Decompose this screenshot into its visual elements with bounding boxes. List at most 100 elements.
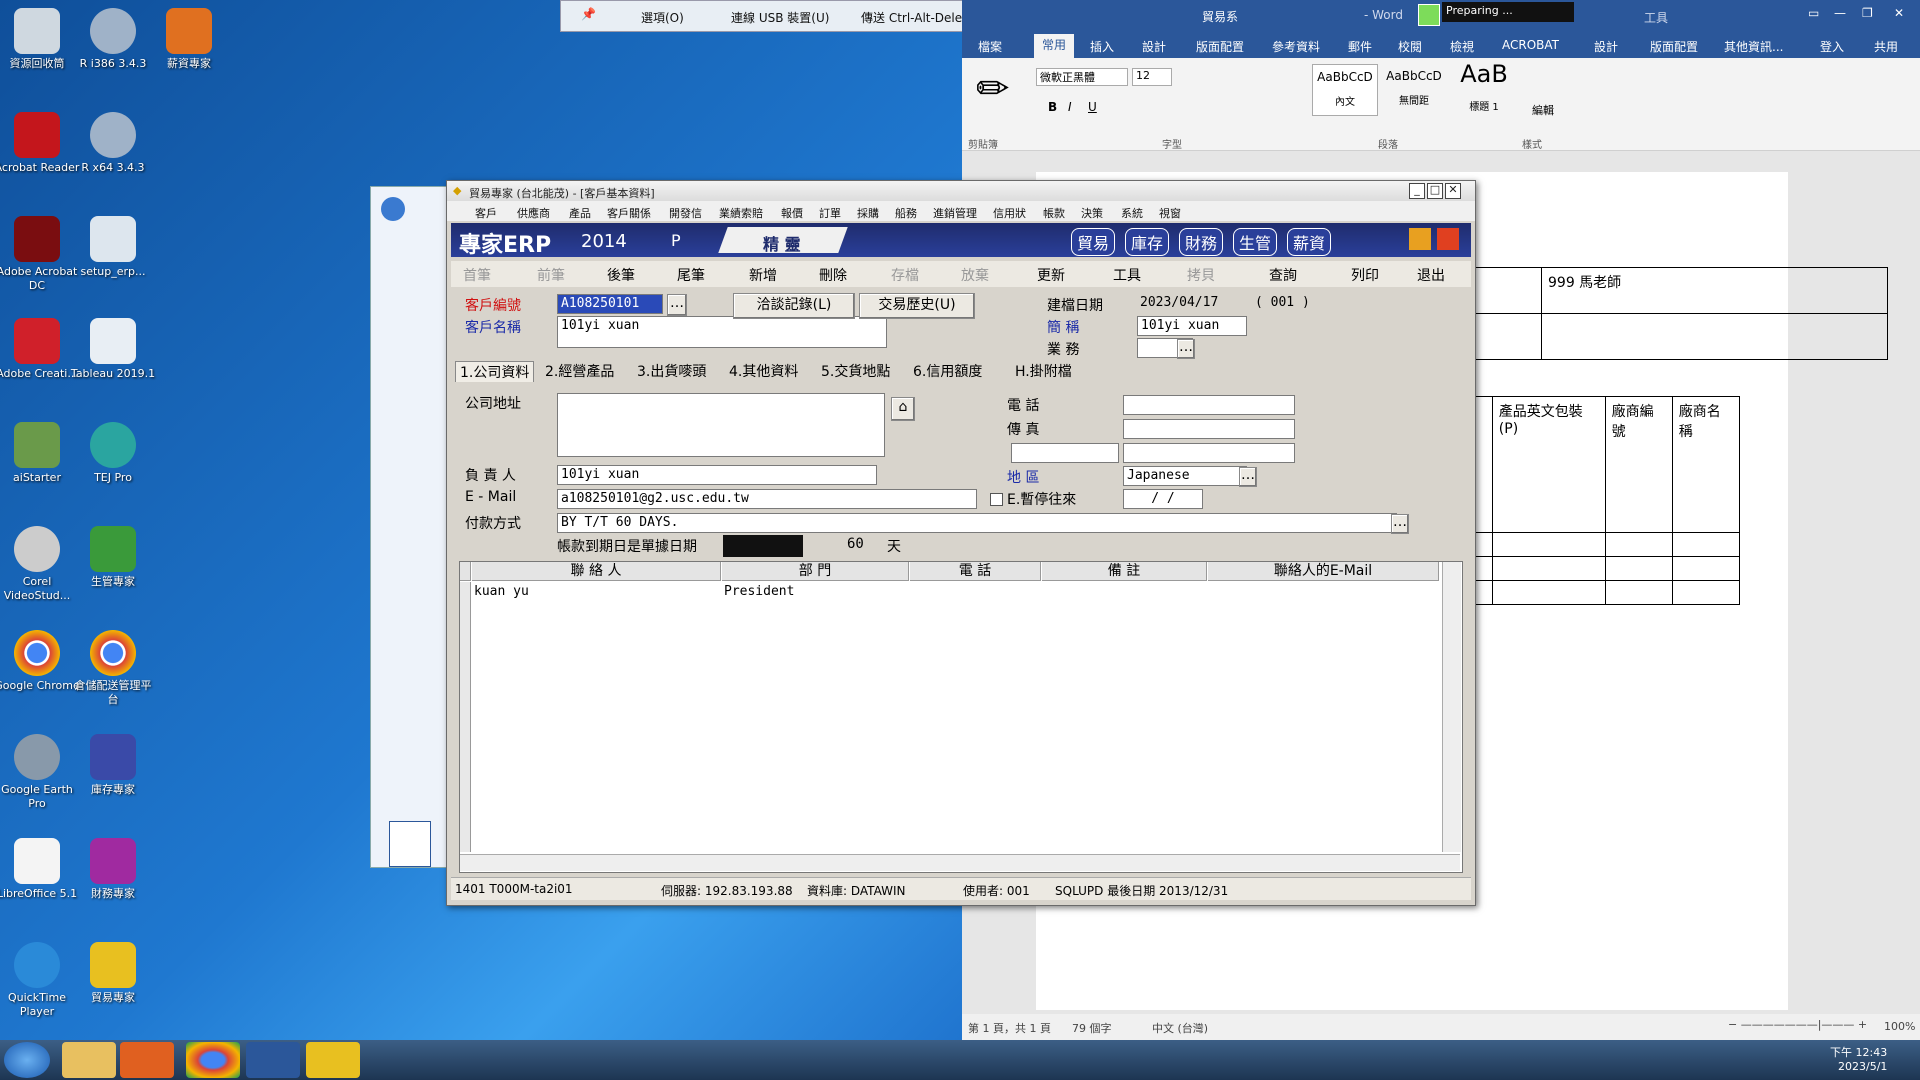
paste-icon[interactable]: ✏ <box>976 66 1010 112</box>
cell-department[interactable]: President <box>724 584 794 599</box>
r-x64-icon[interactable]: R x64 3.4.3 <box>70 112 156 175</box>
usb-menu[interactable]: 連線 USB 裝置(U) <box>731 9 829 26</box>
tell-me-box[interactable]: 其他資訊... <box>1724 38 1783 55</box>
tableau-icon[interactable]: Tableau 2019.1 <box>70 318 156 381</box>
payment-lookup-button[interactable]: … <box>1391 514 1409 534</box>
table-cell[interactable]: 999 馬老師 <box>1541 267 1888 314</box>
file-explorer-icon[interactable] <box>62 1042 116 1078</box>
menu-dev-letter[interactable]: 開發信 <box>669 205 702 221</box>
exit-button[interactable]: 退出 <box>1417 265 1445 285</box>
help-popup-icon[interactable] <box>723 535 803 557</box>
suspend-date-input[interactable]: / / <box>1123 489 1203 509</box>
menu-supplier[interactable]: 供應商 <box>517 205 550 221</box>
power-icon[interactable] <box>1437 228 1459 250</box>
recycle-bin-icon[interactable]: 資源回收筒 <box>0 8 80 71</box>
phone-input[interactable] <box>1123 395 1295 415</box>
chrome-taskbar-icon[interactable] <box>186 1042 240 1078</box>
r-i386-icon[interactable]: R i386 3.4.3 <box>70 8 156 71</box>
trade-history-button[interactable]: 交易歷史(U) <box>859 293 975 319</box>
menu-crm[interactable]: 客戶關係 <box>607 205 651 221</box>
options-menu[interactable]: 選項(O) <box>641 9 684 26</box>
wizard-mode-label[interactable]: 精 靈 <box>763 231 801 255</box>
customer-lookup-button[interactable]: … <box>667 294 687 316</box>
menu-inventory[interactable]: 進銷管理 <box>933 205 977 221</box>
tab-home[interactable]: 常用 <box>1034 34 1075 58</box>
back-icon[interactable] <box>381 197 405 221</box>
payment-input[interactable]: BY T/T 60 DAYS. <box>557 513 1397 533</box>
contacts-grid[interactable]: 聯 絡 人 部 門 電 話 備 註 聯絡人的E-Mail kuan yu Pre… <box>459 561 1463 873</box>
extra-input-2[interactable] <box>1123 443 1295 463</box>
adobe-acrobat-dc-icon[interactable]: Adobe Acrobat DC <box>0 216 80 293</box>
tab-view[interactable]: 檢視 <box>1450 38 1474 55</box>
finance-expert-icon[interactable]: 財務專家 <box>70 838 156 901</box>
erp-maximize-icon[interactable]: □ <box>1427 183 1443 199</box>
italic-icon[interactable]: I <box>1068 100 1072 114</box>
google-earth-pro-icon[interactable]: Google Earth Pro <box>0 734 80 811</box>
home-icon[interactable]: ⌂ <box>891 397 915 421</box>
copy-button[interactable]: 拷貝 <box>1187 265 1215 285</box>
language-indicator[interactable]: 中文 (台灣) <box>1152 1020 1208 1036</box>
region-input[interactable]: Japanese <box>1123 466 1247 486</box>
erp-minimize-icon[interactable]: _ <box>1409 183 1425 199</box>
talk-records-button[interactable]: 洽談記錄(L) <box>733 293 855 319</box>
table-cell[interactable] <box>1491 532 1606 557</box>
last-record-button[interactable]: 尾筆 <box>677 265 705 285</box>
clock-time[interactable]: 下午 12:43 <box>1830 1044 1887 1060</box>
table-cell[interactable] <box>1491 580 1606 605</box>
word-restore-icon[interactable]: ❐ <box>1862 6 1873 20</box>
tab-table-layout[interactable]: 版面配置 <box>1650 38 1698 55</box>
print-button[interactable]: 列印 <box>1351 265 1379 285</box>
horizontal-scrollbar[interactable] <box>460 854 1460 871</box>
pin-icon[interactable]: 📌 <box>581 7 596 21</box>
module-production-button[interactable]: 生管 <box>1233 228 1278 256</box>
style-heading1[interactable]: AaB 標題 1 <box>1452 60 1516 114</box>
suspend-checkbox[interactable] <box>990 493 1003 506</box>
menu-customer[interactable]: 客戶 <box>475 205 497 221</box>
production-expert-icon[interactable]: 生管專家 <box>70 526 156 589</box>
menu-claims[interactable]: 業績索賠 <box>719 205 763 221</box>
word-close-icon[interactable]: ✕ <box>1894 6 1904 20</box>
col-note-header[interactable]: 備 註 <box>1042 562 1207 581</box>
start-button[interactable] <box>4 1042 50 1078</box>
tab-insert[interactable]: 插入 <box>1090 38 1114 55</box>
warehouse-platform-icon[interactable]: 倉儲配送管理平台 <box>70 630 156 707</box>
page-count[interactable]: 第 1 頁，共 1 頁 <box>968 1020 1051 1036</box>
next-record-button[interactable]: 後筆 <box>607 265 635 285</box>
editing-group[interactable]: 編輯 <box>1532 102 1554 118</box>
bold-icon[interactable]: B <box>1048 100 1057 114</box>
tab-other-info[interactable]: 4.其他資料 <box>725 361 802 381</box>
contact-input[interactable]: 101yi xuan <box>557 465 877 485</box>
aistarter-icon[interactable]: aiStarter <box>0 422 80 485</box>
tab-table-design[interactable]: 設計 <box>1594 38 1618 55</box>
tab-attachments[interactable]: H.掛附檔 <box>1011 361 1076 381</box>
setup-erp-icon[interactable]: setup_erp... <box>70 216 156 279</box>
tab-credit-limit[interactable]: 6.信用額度 <box>909 361 986 381</box>
table-cell[interactable] <box>1671 580 1741 605</box>
menu-lc[interactable]: 信用狀 <box>993 205 1026 221</box>
fax-input[interactable] <box>1123 419 1295 439</box>
address-input[interactable] <box>557 393 885 457</box>
menu-system[interactable]: 系統 <box>1121 205 1143 221</box>
word-minimize-icon[interactable]: — <box>1834 6 1846 20</box>
module-trade-button[interactable]: 貿易 <box>1071 228 1116 256</box>
table-cell[interactable] <box>1604 580 1673 605</box>
save-button[interactable]: 存檔 <box>891 265 919 285</box>
inventory-expert-icon[interactable]: 庫存專家 <box>70 734 156 797</box>
tab-products[interactable]: 2.經營產品 <box>541 361 618 381</box>
table-header-cell[interactable]: 廠商編號 <box>1604 396 1673 533</box>
customer-no-input[interactable]: A108250101 <box>557 294 663 314</box>
font-size-box[interactable]: 12 <box>1132 68 1172 86</box>
word-taskbar-icon[interactable] <box>246 1042 300 1078</box>
word-count[interactable]: 79 個字 <box>1072 1020 1112 1036</box>
share-button[interactable]: 共用 <box>1874 38 1898 55</box>
tab-shipping-marks[interactable]: 3.出貨嘜頭 <box>633 361 710 381</box>
delete-button[interactable]: 刪除 <box>819 265 847 285</box>
erp-close-icon[interactable]: ✕ <box>1445 183 1461 199</box>
table-cell[interactable] <box>1491 556 1606 581</box>
ribbon-display-icon[interactable]: ▭ <box>1808 6 1819 20</box>
col-email-header[interactable]: 聯絡人的E-Mail <box>1208 562 1439 581</box>
menu-order[interactable]: 訂單 <box>819 205 841 221</box>
email-input[interactable]: a108250101@g2.usc.edu.tw <box>557 489 977 509</box>
first-record-button[interactable]: 首筆 <box>463 265 491 285</box>
zoom-slider[interactable]: − ———————|——— + <box>1728 1018 1867 1031</box>
